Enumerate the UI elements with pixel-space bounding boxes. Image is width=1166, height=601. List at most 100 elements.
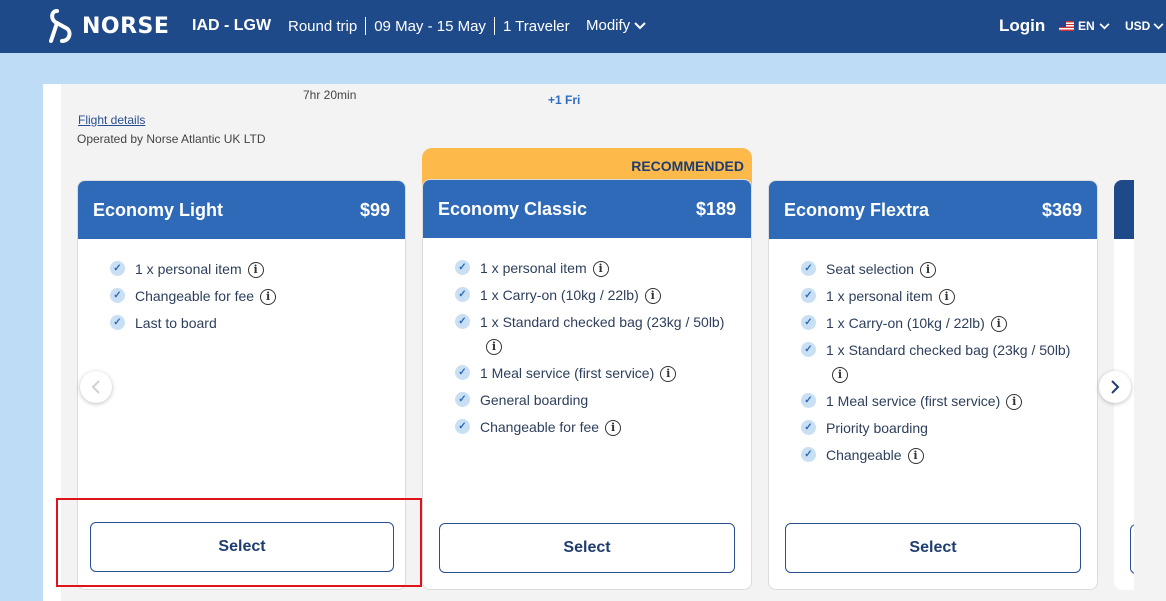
fare-price: $99 [359,199,390,220]
info-icon[interactable]: i [605,420,622,437]
fare-header: Economy Flextra $369 [769,181,1097,239]
feature-item: ✓ 1 x personal item i [110,257,405,281]
flight-details-link[interactable]: Flight details [78,113,145,127]
info-icon[interactable]: i [938,289,955,306]
feature-item: ✓ Seat selection i [801,257,1097,281]
norse-logo[interactable]: NORSE [48,8,169,44]
feature-text: 1 Meal service (first service) [826,393,1001,409]
select-economy-classic-button[interactable]: Select [439,523,735,573]
language-selector[interactable]: EN [1059,19,1110,33]
feature-item: ✓ 1 x Carry-on (10kg / 22lb) i [455,283,751,307]
fare-header [1114,180,1134,239]
info-icon[interactable]: i [832,367,848,384]
fare-price: $189 [695,198,736,219]
feature-text-wrap: Changeable for fee i [480,415,622,439]
modify-button[interactable]: Modify [586,17,646,34]
feature-text-wrap: 1 x Standard checked bag (23kg / 50lb) i [480,310,725,358]
feature-item: ✓ 1 x Standard checked bag (23kg / 50lb) i [801,338,1097,386]
info-icon[interactable]: i [919,262,936,279]
chevron-left-icon [91,380,100,394]
currency-selector[interactable]: USD [1125,19,1164,33]
select-economy-flextra-button[interactable]: Select [785,523,1081,573]
feature-text: 1 x Standard checked bag (23kg / 50lb) [480,314,725,330]
feature-text-wrap: General boarding [480,388,588,412]
top-bar: NORSE IAD - LGW Round trip 09 May - 15 M… [0,0,1166,53]
recommended-label: RECOMMENDED [631,158,744,174]
info-icon[interactable]: i [907,448,924,465]
fare-features: ✓ 1 x personal item i ✓ 1 x Carry-on (10kg /… [423,238,751,439]
feature-item: ✓ Last to board [110,311,405,335]
check-icon: ✓ [455,314,470,329]
info-icon[interactable]: i [990,316,1007,333]
info-icon[interactable]: i [592,261,609,278]
login-button[interactable]: Login [999,16,1045,36]
feature-text: Changeable for fee [135,288,255,304]
feature-text: 1 x Standard checked bag (23kg / 50lb) [826,342,1071,358]
highlight-box [56,498,422,587]
check-icon: ✓ [455,260,470,275]
check-icon: ✓ [455,392,470,407]
feature-item: ✓ 1 Meal service (first service) i [801,389,1097,413]
fare-features: ✓ 1 x personal item i ✓ Changeable for fee i ✓… [78,239,405,335]
check-icon: ✓ [801,393,816,408]
check-icon: ✓ [110,288,125,303]
feature-text: General boarding [480,392,589,408]
flight-duration: 7hr 20min [303,88,357,102]
info-icon[interactable]: i [644,288,661,305]
feature-text-wrap: 1 x personal item i [826,284,955,308]
fare-name: Economy Light [93,199,223,220]
info-icon[interactable]: i [486,339,502,356]
check-icon: ✓ [110,261,125,276]
feature-item: ✓ 1 x personal item i [801,284,1097,308]
currency-label: USD [1125,19,1151,33]
language-label: EN [1078,19,1095,33]
chevron-down-icon [1099,22,1110,29]
feature-item: ✓ Priority boarding [801,416,1097,440]
info-icon[interactable]: i [247,262,264,279]
check-icon: ✓ [455,287,470,302]
fare-header: Economy Classic $189 [423,180,751,238]
info-icon[interactable]: i [660,366,677,383]
fare-name: Economy Flextra [784,199,930,220]
feature-text-wrap: 1 Meal service (first service) i [480,361,677,385]
operated-by: Operated by Norse Atlantic UK LTD [77,132,266,146]
feature-item: ✓ Changeable for fee i [110,284,405,308]
feature-text: 1 x personal item [480,260,587,276]
chevron-right-icon [1111,380,1120,394]
feature-text: Seat selection [826,261,914,277]
norse-logo-icon [49,9,72,43]
trip-dates: 09 May - 15 May [374,17,486,35]
feature-item: ✓ Changeable i [801,443,1097,467]
arrival-day-note: +1 Fri [548,93,581,107]
feature-text: Changeable [826,447,902,463]
info-icon[interactable]: i [1006,394,1023,411]
check-icon: ✓ [801,288,816,303]
feature-text: Changeable for fee [480,419,600,435]
check-icon: ✓ [801,420,816,435]
select-button-partial[interactable] [1130,524,1134,574]
fare-features: ✓ Seat selection i ✓ 1 x personal item i ✓ 1 x … [769,239,1097,467]
check-icon: ✓ [110,315,125,330]
fare-header: Economy Light $99 [78,181,405,239]
divider [365,17,367,35]
carousel-prev-button[interactable] [80,371,112,403]
feature-text: 1 x Carry-on (10kg / 22lb) [826,315,985,331]
check-icon: ✓ [801,315,816,330]
check-icon: ✓ [801,342,816,357]
check-icon: ✓ [455,365,470,380]
check-icon: ✓ [801,447,816,462]
feature-text-wrap: Last to board [135,311,217,335]
carousel-next-button[interactable] [1099,371,1131,403]
feature-text-wrap: 1 x Standard checked bag (23kg / 50lb) i [826,338,1071,386]
fare-name: Economy Classic [438,198,588,219]
feature-text-wrap: Changeable for fee i [135,284,277,308]
chevron-down-icon [1153,22,1164,29]
feature-item: ✓ 1 x Standard checked bag (23kg / 50lb) i [455,310,751,358]
info-icon[interactable]: i [260,289,277,306]
feature-text-wrap: 1 x Carry-on (10kg / 22lb) i [480,283,661,307]
feature-item: ✓ 1 x personal item i [455,256,751,280]
trip-summary: Round trip 09 May - 15 May 1 Traveler [288,17,570,35]
feature-item: ✓ General boarding [455,388,751,412]
feature-text: Priority boarding [826,420,928,436]
check-icon: ✓ [801,261,816,276]
